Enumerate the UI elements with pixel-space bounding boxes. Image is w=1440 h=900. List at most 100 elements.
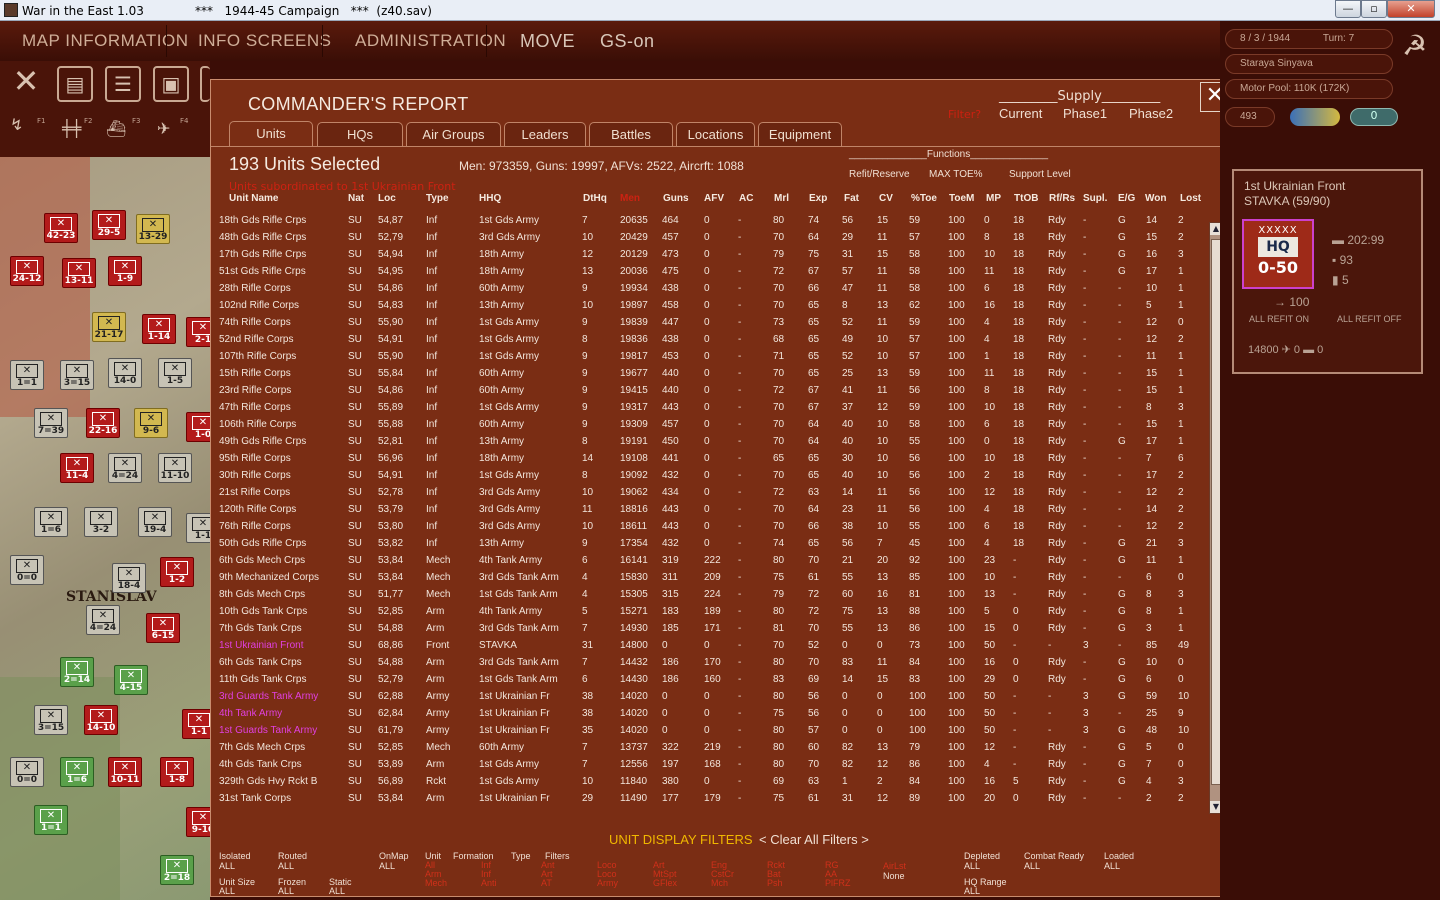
cell-unit-name[interactable]: 31st Tank Corps (219, 793, 291, 804)
col-header-dthq[interactable]: DtHq (583, 193, 607, 204)
table-row[interactable]: 6th Gds Tank Crps SU 54,88 Arm 3rd Gds Tank … (211, 653, 1211, 670)
unit-counter[interactable]: ✕ 1-14 (142, 314, 176, 344)
filter-red-2[interactable]: Inf Inf Anti (481, 861, 497, 888)
side-toggle[interactable] (1290, 108, 1340, 126)
filter-combat-ready-value[interactable]: ALL (1024, 861, 1040, 871)
table-row[interactable]: 107th Rifle Corps SU 55,90 Inf 1st Gds Army 9… (211, 347, 1211, 364)
cell-unit-name[interactable]: 1st Ukrainian Front (219, 640, 303, 651)
filter-isolated-value[interactable]: ALL (219, 861, 235, 871)
table-row[interactable]: 102nd Rifle Corps SU 54,83 Inf 13th Army 10 19… (211, 296, 1211, 313)
cell-unit-name[interactable]: 21st Rifle Corps (219, 487, 290, 498)
unit-counter[interactable]: ✕ 22-16 (86, 408, 120, 438)
table-row[interactable]: 1st Ukrainian Front SU 68,86 Front STAVKA 31 1… (211, 636, 1211, 653)
col-header-fat[interactable]: Fat (844, 193, 859, 204)
table-row[interactable]: 76th Rifle Corps SU 53,80 Inf 3rd Gds Army 10… (211, 517, 1211, 534)
filter-red-3[interactable]: Ant Art AT (541, 861, 555, 888)
ground-unit-icon[interactable]: ↯ (10, 115, 23, 134)
list-icon[interactable]: ☰ (105, 66, 141, 102)
filter-red-4[interactable]: Loco Loco Army (597, 861, 618, 888)
unit-counter[interactable]: ✕ 3-2 (84, 507, 118, 537)
supply-phase1-button[interactable]: Phase1 (1063, 106, 1107, 121)
unit-counter[interactable]: ✕ 1=6 (34, 507, 68, 537)
table-row[interactable]: 95th Rifle Corps SU 56,96 Inf 18th Army 14 191… (211, 449, 1211, 466)
col-header-mp[interactable]: MP (986, 193, 1001, 204)
unit-counter[interactable]: ✕ 42-23 (44, 213, 78, 243)
cell-unit-name[interactable]: 76th Rifle Corps (219, 521, 291, 532)
unit-counter[interactable]: ✕ 11-4 (60, 453, 94, 483)
cell-unit-name[interactable]: 15th Rifle Corps (219, 368, 291, 379)
table-row[interactable]: 51st Gds Rifle Crps SU 54,95 Inf 18th Army 13… (211, 262, 1211, 279)
col-header-won[interactable]: Won (1145, 193, 1166, 204)
cell-unit-name[interactable]: 120th Rifle Corps (219, 504, 296, 515)
table-row[interactable]: 74th Rifle Corps SU 55,90 Inf 1st Gds Army 9 1… (211, 313, 1211, 330)
table-row[interactable]: 3rd Guards Tank Army SU 62,88 Army 1st Ukrai… (211, 687, 1211, 704)
table-row[interactable]: 31st Tank Corps SU 53,84 Arm 1st Ukrainian F… (211, 789, 1211, 806)
tab-hqs[interactable]: HQs (317, 122, 403, 146)
minimize-button[interactable]: — (1335, 0, 1361, 18)
table-row[interactable]: 21st Rifle Corps SU 52,78 Inf 3rd Gds Army 10… (211, 483, 1211, 500)
table-row[interactable]: 23rd Rifle Corps SU 54,86 Inf 60th Army 9 1941… (211, 381, 1211, 398)
cell-unit-name[interactable]: 8th Gds Mech Crps (219, 589, 305, 600)
cell-unit-name[interactable]: 7th Gds Tank Crps (219, 623, 302, 634)
table-row[interactable]: 48th Gds Rifle Crps SU 52,79 Inf 3rd Gds Arm… (211, 228, 1211, 245)
supply-phase2-button[interactable]: Phase2 (1129, 106, 1173, 121)
col-header-cv[interactable]: CV (879, 193, 893, 204)
table-row[interactable]: 52nd Rifle Corps SU 54,91 Inf 1st Gds Army 8 1… (211, 330, 1211, 347)
filter-red-7[interactable]: Rckt Bat Psh (767, 861, 785, 888)
cell-unit-name[interactable]: 329th Gds Hvy Rckt B (219, 776, 317, 787)
col-header-nat[interactable]: Nat (348, 193, 364, 204)
unit-counter[interactable]: ✕ 4-15 (114, 665, 148, 695)
cell-unit-name[interactable]: 18th Gds Rifle Crps (219, 215, 306, 226)
filter-none-value[interactable]: None (883, 871, 905, 881)
table-row[interactable]: 28th Rifle Corps SU 54,86 Inf 60th Army 9 1993… (211, 279, 1211, 296)
unit-counter[interactable]: ✕ 2=18 (160, 855, 194, 885)
table-row[interactable]: 7th Gds Tank Crps SU 54,88 Arm 3rd Gds Tank … (211, 619, 1211, 636)
col-header-toem[interactable]: ToeM (949, 193, 974, 204)
unit-counter[interactable]: ✕ 14-10 (84, 705, 118, 735)
unit-counter[interactable]: ✕ 1=1 (10, 360, 44, 390)
cell-unit-name[interactable]: 51st Gds Rifle Crps (219, 266, 306, 277)
all-refit-off-button[interactable]: ALL REFIT OFF (1337, 314, 1402, 324)
table-row[interactable]: 4th Tank Army SU 62,84 Army 1st Ukrainian Fr… (211, 704, 1211, 721)
unit-counter[interactable]: ✕ 3=15 (60, 360, 94, 390)
menu-administration[interactable]: ADMINISTRATION (355, 31, 506, 51)
unit-counter[interactable]: ✕ 10-11 (108, 757, 142, 787)
unit-counter[interactable]: ✕ 1-1 (186, 513, 210, 543)
tab-battles[interactable]: Battles (589, 122, 673, 146)
col-header-unit-name[interactable]: Unit Name (229, 193, 278, 204)
unit-counter[interactable]: ✕ 1-2 (160, 557, 194, 587)
cell-unit-name[interactable]: 17th Gds Rifle Crps (219, 249, 306, 260)
cell-unit-name[interactable]: 28th Rifle Corps (219, 283, 291, 294)
col-header-ttob[interactable]: TtOB (1014, 193, 1038, 204)
table-row[interactable]: 47th Rifle Corps SU 55,89 Inf 1st Gds Army 9 1… (211, 398, 1211, 415)
cell-unit-name[interactable]: 4th Tank Army (219, 708, 282, 719)
menu-map-information[interactable]: MAP INFORMATION (22, 31, 189, 51)
mode-move[interactable]: MOVE (520, 31, 575, 52)
col-header-men[interactable]: Men (620, 193, 640, 204)
cell-unit-name[interactable]: 10th Gds Tank Crps (219, 606, 307, 617)
col-header-e-g[interactable]: E/G (1118, 193, 1135, 204)
unit-counter[interactable]: ✕ 6-15 (146, 613, 180, 643)
unit-counter[interactable]: ✕ 0=0 (10, 555, 44, 585)
filter-onmap-value[interactable]: ALL (379, 861, 395, 871)
cell-unit-name[interactable]: 3rd Guards Tank Army (219, 691, 318, 702)
unit-counter[interactable]: ✕ 1=1 (34, 805, 68, 835)
table-row[interactable]: 1st Guards Tank Army SU 61,79 Army 1st Ukrai… (211, 721, 1211, 738)
naval-icon[interactable]: ⛴ (106, 119, 126, 138)
unit-counter[interactable]: ✕9-10 (186, 807, 210, 837)
cell-unit-name[interactable]: 74th Rifle Corps (219, 317, 291, 328)
table-row[interactable]: 106th Rifle Corps SU 55,88 Inf 60th Army 9 193… (211, 415, 1211, 432)
unit-counter[interactable]: ✕ 14-0 (108, 358, 142, 388)
unit-counter[interactable]: ✕ 11-10 (158, 453, 192, 483)
unit-counter[interactable]: ✕ 1=6 (60, 757, 94, 787)
col-header--toe[interactable]: %Toe (911, 193, 937, 204)
col-header-loc[interactable]: Loc (378, 193, 396, 204)
max-toe-button[interactable]: MAX TOE% (929, 169, 983, 180)
filter-frozen-value[interactable]: ALL (278, 886, 294, 896)
col-header-ac[interactable]: AC (739, 193, 753, 204)
cell-unit-name[interactable]: 107th Rifle Corps (219, 351, 296, 362)
col-header-guns[interactable]: Guns (663, 193, 689, 204)
unit-counter[interactable]: ✕ 1-8 (160, 757, 194, 787)
col-header-type[interactable]: Type (426, 193, 449, 204)
cell-unit-name[interactable]: 95th Rifle Corps (219, 453, 291, 464)
